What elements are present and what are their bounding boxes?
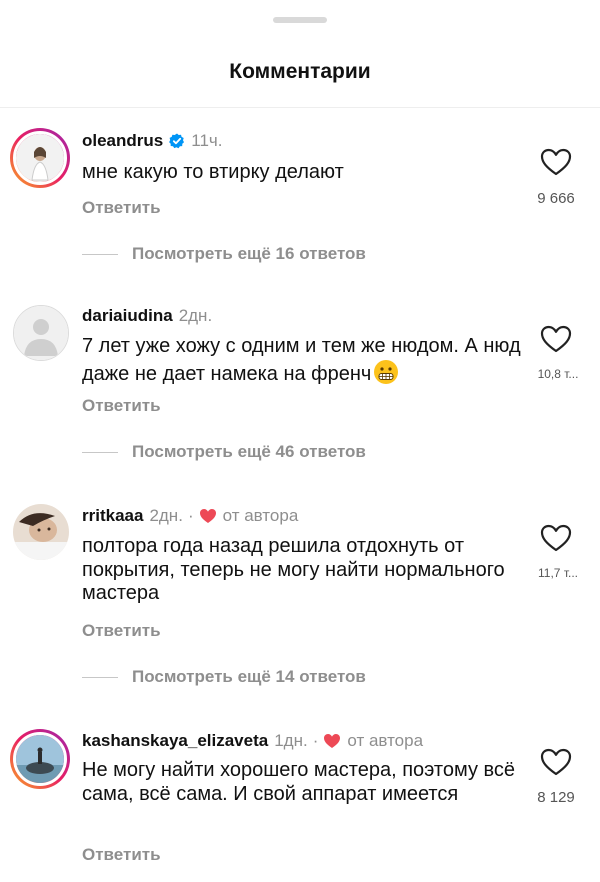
by-author-label: от автора (347, 731, 424, 750)
reply-button[interactable]: Ответить (82, 396, 161, 416)
reply-button[interactable]: Ответить (82, 621, 161, 641)
comment-text: Не могу найти хорошего мастера, поэтому … (82, 759, 516, 805)
comment-time: 1дн. (274, 731, 308, 750)
avatar[interactable] (13, 504, 69, 560)
like-count: 8 129 (537, 789, 575, 806)
comment-username[interactable]: oleandrus (82, 131, 163, 151)
comment-text-body: 7 лет уже хожу с одним и тем же нюдом. А… (82, 335, 521, 385)
view-more-replies[interactable]: Посмотреть ещё 46 ответов (82, 442, 366, 462)
comment-time: 2дн. (178, 306, 213, 325)
liked-by-author: от автора (323, 731, 423, 751)
comment-time: 2дн. (149, 506, 183, 525)
view-more-label: Посмотреть ещё 46 ответов (132, 442, 366, 461)
comment-username[interactable]: kashanskaya_elizaveta (82, 731, 268, 751)
reply-button[interactable]: Ответить (82, 845, 161, 865)
replies-line (82, 253, 118, 255)
view-more-replies[interactable]: Посмотреть ещё 14 ответов (82, 667, 366, 687)
avatar[interactable] (10, 729, 70, 789)
like-count: 10,8 т... (537, 367, 579, 381)
liked-by-author: от автора (199, 506, 299, 526)
heart-icon[interactable] (540, 148, 572, 176)
comment-text: полтора года назад решила отдохнуть от п… (82, 535, 505, 604)
reply-button[interactable]: Ответить (82, 198, 161, 218)
verified-badge-icon (169, 133, 185, 149)
comment-username[interactable]: rritkaaa (82, 506, 143, 526)
sheet-title: Комментарии (229, 60, 371, 83)
by-author-label: от автора (222, 506, 299, 525)
replies-line (82, 676, 118, 678)
heart-icon[interactable] (540, 325, 572, 353)
comments-sheet: Комментарии oleandrus 11ч. мне какую то … (0, 0, 600, 882)
grimacing-face-icon (373, 359, 399, 385)
avatar[interactable] (13, 305, 69, 361)
view-more-label: Посмотреть ещё 14 ответов (132, 667, 366, 686)
heart-filled-icon (324, 734, 341, 748)
comment-time: 11ч. (191, 131, 223, 150)
comment-text: мне какую то втирку делают (82, 161, 344, 183)
replies-line (82, 451, 118, 453)
view-more-label: Посмотреть ещё 16 ответов (132, 244, 366, 263)
like-count: 11,7 т... (538, 566, 578, 580)
avatar[interactable] (10, 128, 70, 188)
separator-dot: · (312, 731, 319, 750)
drag-handle[interactable] (273, 17, 327, 23)
comment-username[interactable]: dariaiudina (82, 306, 173, 326)
comment-text: 7 лет уже хожу с одним и тем же нюдом. А… (82, 335, 522, 386)
heart-icon[interactable] (540, 524, 572, 552)
view-more-replies[interactable]: Посмотреть ещё 16 ответов (82, 244, 366, 264)
heart-filled-icon (199, 509, 216, 523)
header-divider (0, 107, 600, 108)
heart-icon[interactable] (540, 748, 572, 776)
like-count: 9 666 (537, 190, 575, 207)
separator-dot: · (187, 506, 194, 525)
